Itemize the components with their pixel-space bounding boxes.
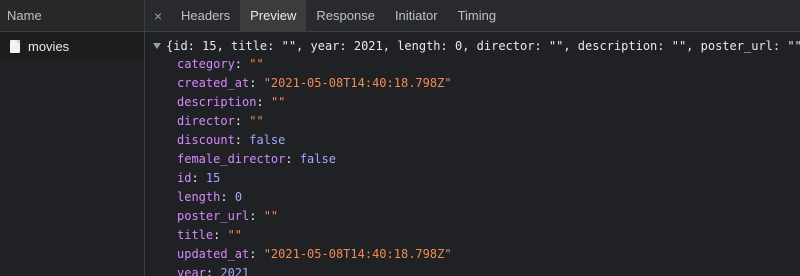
property-value: "" bbox=[270, 95, 286, 109]
property-colon: : bbox=[249, 247, 264, 261]
property-list: category: "" created_at: "2021-05-08T14:4… bbox=[145, 55, 800, 276]
property-colon: : bbox=[256, 95, 271, 109]
document-icon bbox=[10, 39, 20, 53]
object-summary-row[interactable]: {id: 15, title: "", year: 2021, length: … bbox=[145, 38, 800, 54]
property-row-length[interactable]: length: 0 bbox=[177, 188, 800, 207]
expand-triangle-icon[interactable] bbox=[153, 43, 161, 49]
property-value: 0 bbox=[234, 190, 243, 204]
property-row-title[interactable]: title: "" bbox=[177, 226, 800, 245]
property-value: "2021-05-08T14:40:18.798Z" bbox=[263, 247, 452, 261]
property-colon: : bbox=[234, 133, 250, 147]
property-row-created-at[interactable]: created_at: "2021-05-08T14:40:18.798Z" bbox=[177, 74, 800, 93]
property-row-year[interactable]: year: 2021 bbox=[177, 264, 800, 276]
property-colon: : bbox=[234, 57, 250, 71]
name-column-header[interactable]: Name bbox=[0, 0, 144, 32]
property-row-category[interactable]: category: "" bbox=[177, 55, 800, 74]
object-summary: {id: 15, title: "", year: 2021, length: … bbox=[166, 39, 800, 53]
property-value: false bbox=[249, 133, 286, 147]
property-colon: : bbox=[249, 209, 264, 223]
property-colon: : bbox=[191, 171, 206, 185]
property-row-id[interactable]: id: 15 bbox=[177, 169, 800, 188]
property-colon: : bbox=[220, 190, 235, 204]
tab-timing[interactable]: Timing bbox=[448, 0, 507, 31]
property-key: description bbox=[177, 95, 257, 109]
request-name: movies bbox=[28, 38, 70, 54]
property-row-director[interactable]: director: "" bbox=[177, 112, 800, 131]
property-key: year bbox=[177, 266, 206, 276]
tab-initiator[interactable]: Initiator bbox=[385, 0, 448, 31]
tab-preview[interactable]: Preview bbox=[240, 0, 307, 31]
property-row-updated-at[interactable]: updated_at: "2021-05-08T14:40:18.798Z" bbox=[177, 245, 800, 264]
tab-response[interactable]: Response bbox=[306, 0, 385, 31]
property-key: title bbox=[177, 228, 214, 242]
property-key: female_director bbox=[177, 152, 286, 166]
close-icon[interactable]: × bbox=[145, 0, 171, 31]
property-colon: : bbox=[249, 76, 264, 90]
property-value: false bbox=[299, 152, 336, 166]
property-key: id bbox=[177, 171, 192, 185]
preview-pane: {id: 15, title: "", year: 2021, length: … bbox=[145, 32, 800, 276]
property-colon: : bbox=[234, 114, 250, 128]
detail-tab-bar: × Headers Preview Response Initiator Tim… bbox=[145, 0, 800, 32]
property-row-description[interactable]: description: "" bbox=[177, 93, 800, 112]
property-value: 15 bbox=[205, 171, 221, 185]
tab-headers[interactable]: Headers bbox=[171, 0, 240, 31]
property-value: "" bbox=[249, 114, 264, 128]
request-list-panel: Name movies bbox=[0, 0, 145, 276]
property-row-poster-url[interactable]: poster_url: "" bbox=[177, 207, 800, 226]
property-key: created_at bbox=[177, 76, 250, 90]
property-row-female-director[interactable]: female_director: false bbox=[177, 150, 800, 169]
property-colon: : bbox=[285, 152, 300, 166]
property-value: "" bbox=[263, 209, 279, 223]
property-key: length bbox=[177, 190, 221, 204]
property-key: category bbox=[177, 57, 235, 71]
property-key: updated_at bbox=[177, 247, 250, 261]
property-colon: : bbox=[213, 228, 228, 242]
property-value: 2021 bbox=[220, 266, 250, 276]
property-colon: : bbox=[205, 266, 221, 276]
property-key: director bbox=[177, 114, 235, 128]
request-row-movies[interactable]: movies bbox=[0, 32, 144, 60]
property-value: "2021-05-08T14:40:18.798Z" bbox=[263, 76, 452, 90]
property-key: poster_url bbox=[177, 209, 250, 223]
property-row-discount[interactable]: discount: false bbox=[177, 131, 800, 150]
property-value: "" bbox=[227, 228, 243, 242]
property-key: discount bbox=[177, 133, 235, 147]
property-value: "" bbox=[249, 57, 264, 71]
